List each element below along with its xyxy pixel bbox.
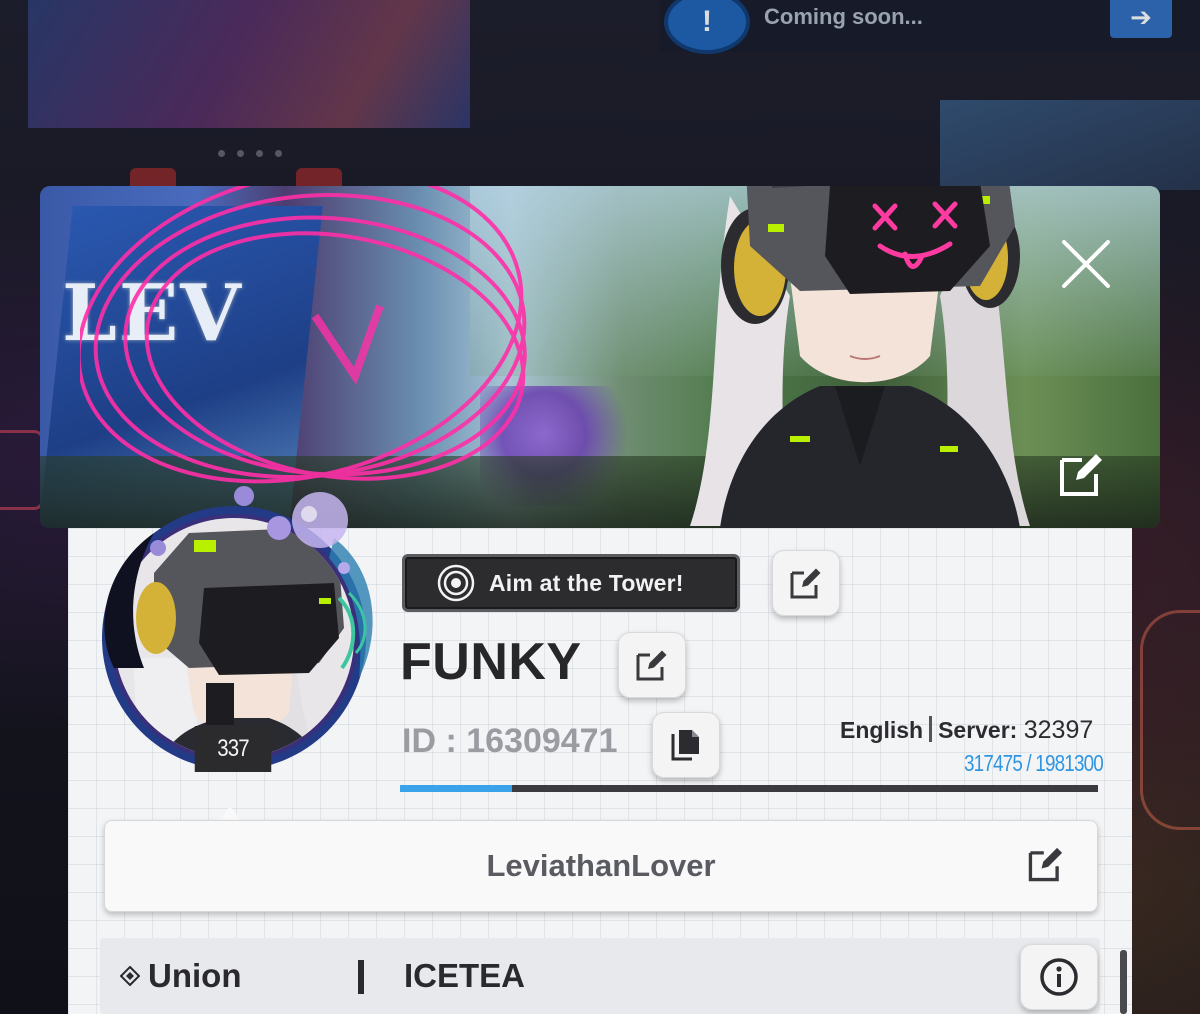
panel-scrollbar[interactable] [1120, 950, 1127, 1014]
separator [929, 716, 933, 742]
profile-comment-box[interactable]: LeviathanLover [104, 820, 1098, 912]
edit-icon [790, 568, 821, 599]
edit-name-button[interactable] [618, 632, 686, 698]
exp-text: 317475 / 1981300 [964, 750, 1104, 776]
edit-icon [636, 650, 667, 681]
neon-sign-decoration [1140, 610, 1200, 830]
union-label: Union [148, 957, 242, 994]
language-server-info: English Server: 32397 [840, 716, 1093, 745]
player-id: ID : 16309471 [402, 722, 618, 760]
union-name: ICETEA [404, 957, 526, 994]
notice-text: Coming soon... [764, 4, 923, 29]
profile-comment-text: LeviathanLover [486, 848, 716, 883]
close-icon[interactable] [1058, 236, 1114, 292]
union-icon [120, 966, 140, 986]
union-separator [358, 960, 364, 994]
copy-id-button[interactable] [652, 712, 720, 778]
edit-comment-icon[interactable] [1026, 844, 1066, 884]
exp-progress-bar [400, 785, 1098, 792]
character-illustration [690, 186, 1030, 528]
target-icon [437, 564, 475, 602]
union-row [100, 938, 1100, 1014]
profile-banner: LEV [40, 186, 1160, 528]
union-info-button[interactable] [1020, 944, 1098, 1010]
edit-title-button[interactable] [772, 550, 840, 616]
info-icon [1040, 958, 1078, 996]
edit-banner-icon[interactable] [1056, 448, 1108, 500]
server-number: 32397 [1023, 716, 1094, 744]
pagination-dot [275, 150, 282, 157]
copy-icon [671, 730, 699, 761]
profile-title-text: Aim at the Tower! [489, 569, 684, 596]
banner-pagination [218, 150, 282, 157]
player-name: FUNKY [400, 633, 582, 691]
profile-title-chip[interactable]: Aim at the Tower! [402, 554, 740, 612]
server-label: Server: [938, 717, 1018, 743]
pagination-dot [218, 150, 225, 157]
arrow-right-icon[interactable]: ➔ [1110, 0, 1172, 38]
pink-scribble-circle [80, 186, 527, 484]
pagination-dot [256, 150, 263, 157]
pagination-dot [237, 150, 244, 157]
event-banner[interactable] [28, 0, 470, 128]
language-label: English [840, 717, 924, 743]
background-character-card [940, 100, 1200, 190]
exp-progress-fill [400, 785, 512, 792]
level-badge: 337 [194, 726, 272, 772]
neon-sign-decoration [0, 430, 44, 510]
